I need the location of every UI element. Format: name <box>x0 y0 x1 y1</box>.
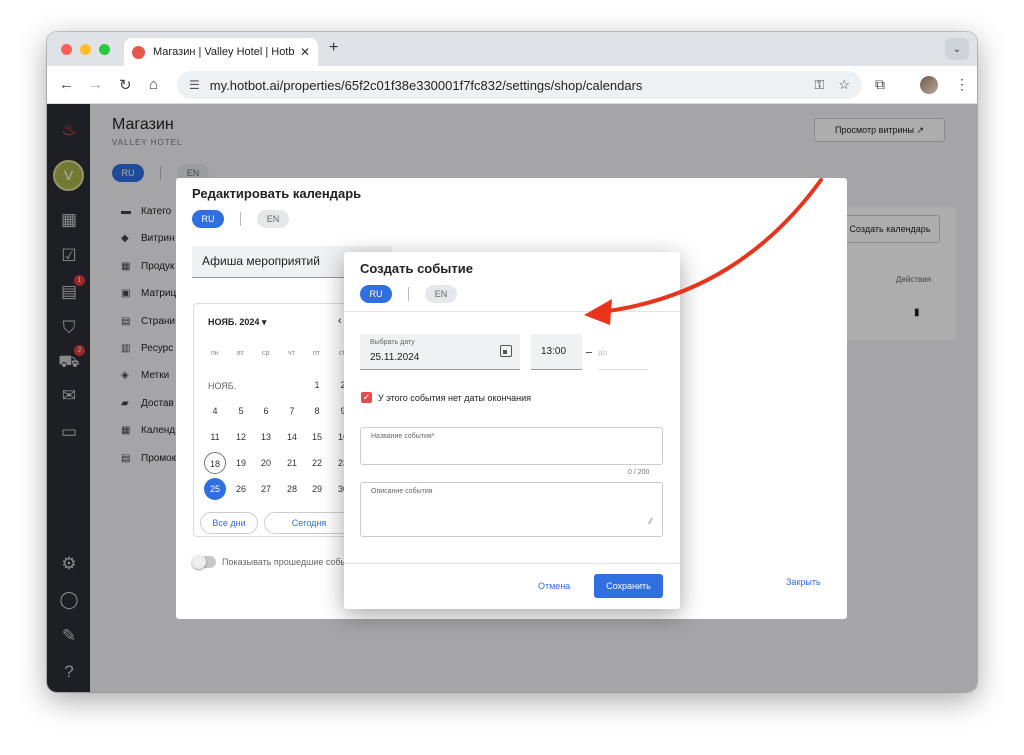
app: ♨ V ▦ ☑ ▤ 1 ⛉ ⛟ 2 ✉ ▭ ⚙ ◯ ✎ ? Магазин VA… <box>47 104 977 692</box>
bookmark-star-icon[interactable]: ☆ <box>838 77 850 93</box>
cancel-button[interactable]: Отмена <box>538 581 570 591</box>
new-tab-icon[interactable]: + <box>329 39 338 57</box>
caret-down-icon: ▾ <box>261 317 267 327</box>
calendar-day[interactable]: 11 <box>204 426 226 448</box>
minimize-window-button[interactable] <box>80 44 91 55</box>
edit-lang-ru-tab[interactable]: RU <box>192 210 224 228</box>
toggle-switch[interactable] <box>192 555 216 569</box>
date-field-label: Выбрать дату <box>370 339 415 346</box>
calendar-day[interactable]: 22 <box>306 452 328 474</box>
calendar-day[interactable]: 28 <box>281 478 303 500</box>
extensions-icon[interactable]: ⧉ <box>875 76 885 93</box>
calendar-day[interactable]: 14 <box>281 426 303 448</box>
close-tab-icon[interactable]: ✕ <box>300 45 310 59</box>
url-text: my.hotbot.ai/properties/65f2c01f38e33000… <box>209 77 643 93</box>
event-name-counter: 0 / 200 <box>628 469 650 476</box>
calendar-day[interactable]: 20 <box>255 452 277 474</box>
save-button[interactable]: Сохранить <box>594 574 663 598</box>
checkmark-icon[interactable]: ✓ <box>361 392 372 403</box>
event-dialog-lang-switch: RU EN <box>360 285 457 303</box>
site-info-icon[interactable]: ☰ <box>189 78 200 92</box>
browser-menu-icon[interactable]: ⋮ <box>955 76 969 93</box>
calendar-day[interactable]: 25 <box>204 478 226 500</box>
maximize-window-button[interactable] <box>99 44 110 55</box>
tab-bar: Магазин | Valley Hotel | Hotbot ✕ + ⌄ <box>47 32 977 66</box>
weekday-header: вт <box>237 350 244 357</box>
profile-avatar[interactable] <box>920 76 938 94</box>
calendar-day[interactable]: 1 <box>306 374 328 396</box>
address-bar: ← → ↻ ⌂ ☰ my.hotbot.ai/properties/65f2c0… <box>47 66 977 104</box>
end-time-field[interactable]: до <box>598 340 648 370</box>
browser-window: Магазин | Valley Hotel | Hotbot ✕ + ⌄ ← … <box>47 32 977 692</box>
event-description-label: Описание события <box>371 488 433 495</box>
create-event-dialog: Создать событие RU EN Выбрать дату 25.11… <box>344 252 680 609</box>
weekday-header: пн <box>211 350 219 357</box>
calendar-picker-icon[interactable] <box>500 345 512 357</box>
month-row-label: НОЯБ. <box>208 381 237 391</box>
today-button[interactable]: Сегодня <box>264 512 354 534</box>
resize-handle-icon[interactable]: ⁄⁄ <box>649 517 652 526</box>
close-button[interactable]: Закрыть <box>786 577 821 587</box>
calendar-day[interactable]: 18 <box>204 452 226 474</box>
event-date-field[interactable]: Выбрать дату 25.11.2024 <box>360 334 520 370</box>
edit-dialog-title: Редактировать календарь <box>192 186 362 201</box>
key-icon[interactable]: ⚿ <box>814 77 824 93</box>
show-past-label: Показывать прошедшие события <box>222 557 362 567</box>
mini-calendar: НОЯБ. 2024 ▾ ‹ НОЯБ. Все дни Сегодня пн в… <box>193 303 358 537</box>
month-label: НОЯБ. 2024 <box>208 317 260 327</box>
calendar-day[interactable]: 7 <box>281 400 303 422</box>
event-lang-en-tab[interactable]: EN <box>425 285 457 303</box>
calendar-day[interactable]: 26 <box>230 478 252 500</box>
prev-month-icon[interactable]: ‹ <box>338 315 342 327</box>
close-window-button[interactable] <box>61 44 72 55</box>
no-end-date-label: У этого события нет даты окончания <box>378 392 532 403</box>
tab-search-icon[interactable]: ⌄ <box>945 38 969 60</box>
edit-dialog-lang-switch: RU EN <box>192 210 289 228</box>
event-lang-ru-tab[interactable]: RU <box>360 285 392 303</box>
time-range-dash <box>586 352 592 353</box>
calendar-day[interactable]: 21 <box>281 452 303 474</box>
event-dialog-title: Создать событие <box>360 261 473 276</box>
home-icon[interactable]: ⌂ <box>149 76 158 93</box>
calendar-day[interactable]: 5 <box>230 400 252 422</box>
calendar-day[interactable]: 13 <box>255 426 277 448</box>
calendar-day[interactable]: 19 <box>230 452 252 474</box>
all-days-button[interactable]: Все дни <box>200 512 258 534</box>
calendar-day[interactable]: 27 <box>255 478 277 500</box>
reload-icon[interactable]: ↻ <box>119 76 132 94</box>
date-field-value: 25.11.2024 <box>370 352 420 363</box>
calendar-day[interactable]: 6 <box>255 400 277 422</box>
forward-icon[interactable]: → <box>88 76 103 93</box>
weekday-header: пт <box>313 350 320 357</box>
browser-tab[interactable]: Магазин | Valley Hotel | Hotbot ✕ <box>124 38 318 66</box>
favicon-icon <box>132 45 145 59</box>
calendar-day[interactable]: 29 <box>306 478 328 500</box>
event-description-textarea[interactable]: Описание события ⁄⁄ <box>360 482 663 537</box>
weekday-header: чт <box>288 350 295 357</box>
back-icon[interactable]: ← <box>59 76 74 93</box>
show-past-events-toggle[interactable]: Показывать прошедшие события <box>192 555 362 569</box>
calendar-day[interactable]: 15 <box>306 426 328 448</box>
event-name-label: Название события* <box>371 433 435 440</box>
start-time-field[interactable]: 13:00 <box>531 334 582 370</box>
edit-lang-en-tab[interactable]: EN <box>257 210 289 228</box>
url-field[interactable]: ☰ my.hotbot.ai/properties/65f2c01f38e330… <box>177 71 862 99</box>
tab-title: Магазин | Valley Hotel | Hotbot <box>153 46 294 58</box>
calendar-day[interactable]: 4 <box>204 400 226 422</box>
no-end-date-checkbox-row[interactable]: ✓ У этого события нет даты окончания <box>361 392 531 403</box>
month-selector[interactable]: НОЯБ. 2024 ▾ <box>208 317 266 328</box>
event-name-input[interactable]: Название события* <box>360 427 663 465</box>
calendar-day[interactable]: 12 <box>230 426 252 448</box>
calendar-day[interactable]: 8 <box>306 400 328 422</box>
weekday-header: ср <box>262 350 270 357</box>
